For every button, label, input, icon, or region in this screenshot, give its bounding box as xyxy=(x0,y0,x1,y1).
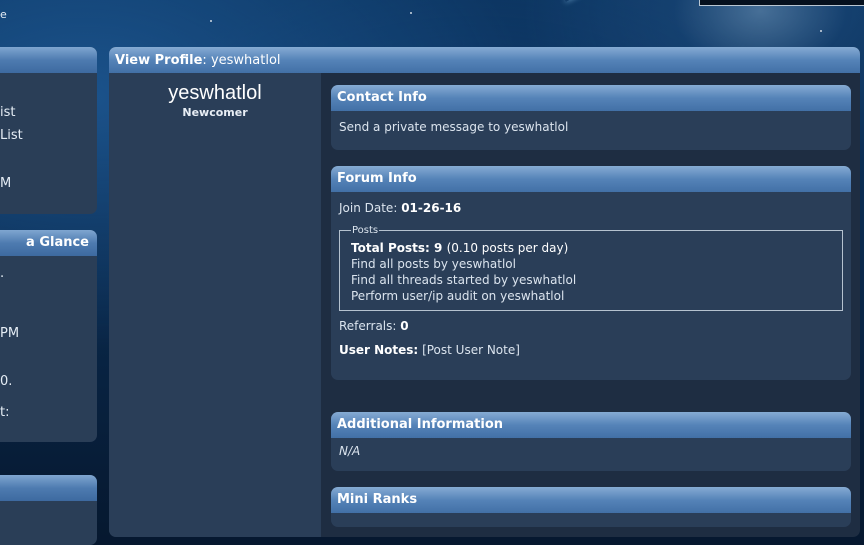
sidebar-line: . xyxy=(0,266,5,281)
contact-info-body: Send a private message to yeswhatlol xyxy=(331,111,851,143)
forum-info-body: Join Date: 01-26-16 Posts Total Posts: 9… xyxy=(331,192,851,376)
contact-info-title: Contact Info xyxy=(331,85,851,111)
star-decoration xyxy=(410,12,412,14)
sidebar-block-3 xyxy=(0,475,97,545)
profile-header: View Profile: yeswhatlol xyxy=(109,47,860,73)
referrals-row: Referrals: 0 xyxy=(339,319,843,333)
sidebar-block-1-header xyxy=(0,47,97,73)
additional-info-value: N/A xyxy=(339,444,361,458)
post-user-note-link[interactable]: [Post User Note] xyxy=(422,343,520,357)
top-right-search-box[interactable] xyxy=(699,0,864,6)
sidebar-block-glance-header: a Glance xyxy=(0,230,97,256)
profile-header-label: View Profile xyxy=(115,53,203,68)
posts-fieldset: Posts Total Posts: 9 (0.10 posts per day… xyxy=(339,225,843,311)
sidebar-line: 0. xyxy=(0,374,13,389)
user-info-column: yeswhatlol Newcomer xyxy=(109,73,321,537)
user-notes-row: User Notes: [Post User Note] xyxy=(339,343,843,357)
profile-header-colon: : xyxy=(202,53,211,68)
sidebar-line[interactable]: List xyxy=(0,128,23,143)
sidebar-line[interactable]: ist xyxy=(0,105,15,120)
referrals-label: Referrals: xyxy=(339,319,397,333)
mini-ranks-title: Mini Ranks xyxy=(331,487,851,513)
ip-audit-link[interactable]: Perform user/ip audit on yeswhatlol xyxy=(351,288,832,304)
sidebar-block-1: ist List M xyxy=(0,47,97,214)
join-date-label: Join Date: xyxy=(339,201,398,215)
additional-info-box: Additional Information N/A xyxy=(331,412,851,471)
top-fragment-text: e xyxy=(0,8,7,21)
sidebar-block-3-header xyxy=(0,475,97,501)
join-date-value: 01-26-16 xyxy=(401,201,462,215)
forum-info-title: Forum Info xyxy=(331,166,851,192)
user-title: Newcomer xyxy=(182,106,248,119)
forum-info-box: Forum Info Join Date: 01-26-16 Posts Tot… xyxy=(331,166,851,380)
sidebar-line: t: xyxy=(0,405,10,420)
posts-per-day: (0.10 posts per day) xyxy=(446,241,569,255)
sidebar-line: M xyxy=(0,176,12,191)
user-notes-label: User Notes: xyxy=(339,343,419,357)
total-posts-value: 9 xyxy=(434,241,443,255)
total-posts-row: Total Posts: 9 (0.10 posts per day) xyxy=(351,240,832,256)
find-threads-link[interactable]: Find all threads started by yeswhatlol xyxy=(351,272,832,288)
find-posts-link[interactable]: Find all posts by yeswhatlol xyxy=(351,256,832,272)
mini-ranks-box: Mini Ranks xyxy=(331,487,851,527)
profile-header-username: yeswhatlol xyxy=(210,53,281,68)
sidebar-line: PM xyxy=(0,326,20,341)
sidebar-block-glance: a Glance . PM 0. t: xyxy=(0,230,97,442)
shooting-star-decoration xyxy=(565,0,628,2)
profile-panel: View Profile: yeswhatlol yeswhatlol Newc… xyxy=(109,47,860,537)
join-date-row: Join Date: 01-26-16 xyxy=(339,201,843,215)
additional-info-title: Additional Information xyxy=(331,412,851,438)
star-decoration xyxy=(820,30,822,32)
send-pm-link[interactable]: Send a private message to yeswhatlol xyxy=(339,120,568,134)
star-decoration xyxy=(210,20,212,22)
referrals-value: 0 xyxy=(400,319,409,333)
posts-legend: Posts xyxy=(352,225,379,236)
username: yeswhatlol xyxy=(168,82,262,104)
contact-info-box: Contact Info Send a private message to y… xyxy=(331,85,851,150)
total-posts-label: Total Posts: xyxy=(351,241,430,255)
